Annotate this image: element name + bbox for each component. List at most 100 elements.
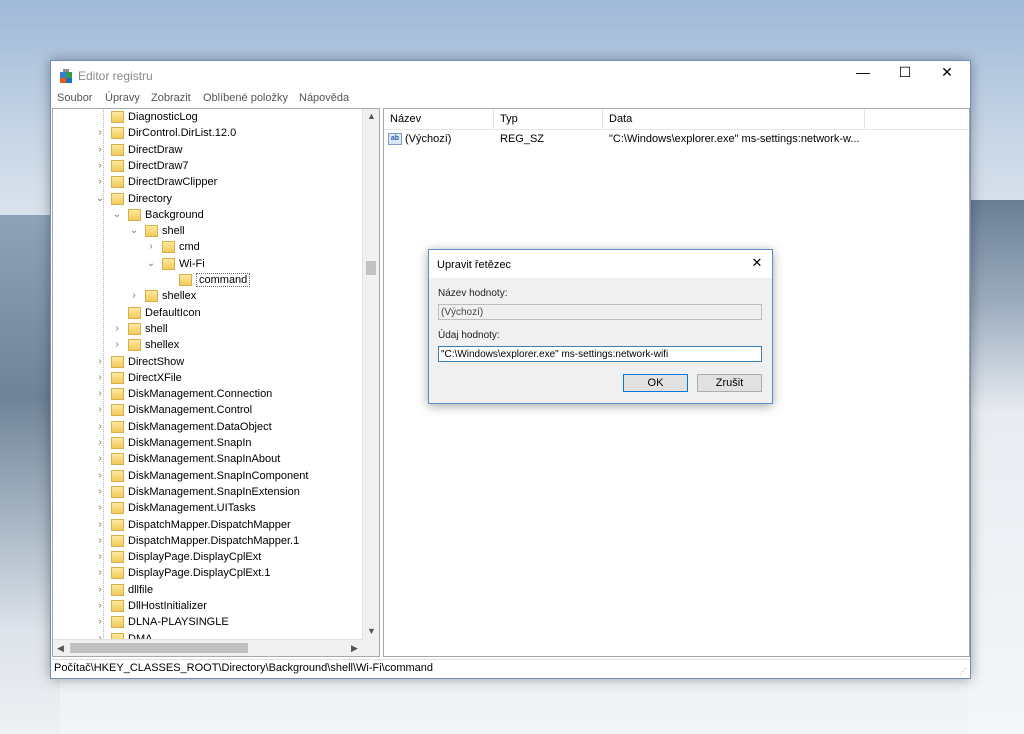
close-button[interactable]: ✕ — [926, 61, 968, 83]
ok-button[interactable]: OK — [623, 374, 688, 392]
scroll-left-icon[interactable]: ◀ — [57, 643, 64, 654]
tree-item[interactable]: › DirectDraw — [53, 143, 363, 159]
maximize-button[interactable]: ☐ — [884, 61, 926, 83]
chevron-right-icon[interactable]: › — [95, 567, 105, 578]
key-tree-pane[interactable]: DiagnosticLog › DirControl.DirList.12.0 › Di… — [52, 108, 380, 657]
chevron-right-icon[interactable]: › — [95, 372, 105, 383]
chevron-right-icon[interactable]: › — [95, 453, 105, 464]
menu-file[interactable]: Soubor — [57, 92, 92, 104]
tree-item[interactable]: ⌄ Directory — [53, 192, 363, 208]
tree-item[interactable]: › DisplayPage.DisplayCplExt — [53, 550, 363, 566]
tree-item[interactable]: › DiskManagement.SnapIn — [53, 436, 363, 452]
folder-icon — [128, 339, 141, 352]
folder-icon — [111, 502, 124, 515]
tree-item[interactable]: › dllfile — [53, 583, 363, 599]
tree-horizontal-scroll-thumb[interactable] — [70, 643, 248, 653]
value-row[interactable]: ab (Výchozí) REG_SZ "C:\Windows\explorer… — [384, 131, 969, 149]
tree-item[interactable]: › DiskManagement.SnapInExtension — [53, 485, 363, 501]
chevron-right-icon[interactable]: › — [95, 470, 105, 481]
tree-vertical-scroll-thumb[interactable] — [366, 261, 376, 275]
cancel-button[interactable]: Zrušit — [697, 374, 762, 392]
chevron-down-icon[interactable]: ⌄ — [112, 209, 122, 220]
chevron-down-icon[interactable]: ⌄ — [129, 225, 139, 236]
menu-favorites[interactable]: Oblíbené položky — [203, 92, 288, 104]
string-value-icon: ab — [388, 133, 402, 145]
chevron-right-icon[interactable]: › — [95, 486, 105, 497]
tree-item[interactable]: › DirectDraw7 — [53, 159, 363, 175]
tree-item-label: DiskManagement.UITasks — [128, 502, 256, 515]
tree-item[interactable]: › DLNA-PLAYSINGLE — [53, 615, 363, 631]
tree-item-label: DiskManagement.DataObject — [128, 420, 272, 433]
tree-item[interactable]: ⌄ Background — [53, 208, 363, 224]
tree-item[interactable]: › DirectDrawClipper — [53, 175, 363, 191]
chevron-right-icon[interactable]: › — [95, 404, 105, 415]
resize-grip-icon[interactable]: ⋰ — [959, 667, 967, 676]
tree-horizontal-scrollbar[interactable]: ◀ ▶ — [53, 639, 363, 656]
chevron-right-icon[interactable]: › — [95, 176, 105, 187]
folder-icon — [111, 111, 124, 123]
column-header-type[interactable]: Typ — [494, 109, 603, 129]
scroll-right-icon[interactable]: ▶ — [351, 643, 358, 654]
chevron-right-icon[interactable]: › — [95, 551, 105, 562]
tree-item[interactable]: DiagnosticLog — [53, 110, 363, 126]
chevron-right-icon[interactable]: › — [95, 616, 105, 627]
chevron-down-icon[interactable]: ⌄ — [95, 193, 105, 204]
tree-item[interactable]: ⌄ shell — [53, 224, 363, 240]
tree-item[interactable]: › DiskManagement.UITasks — [53, 501, 363, 517]
tree-item[interactable]: DefaultIcon — [53, 306, 363, 322]
tree-item[interactable]: › DiskManagement.SnapInAbout — [53, 452, 363, 468]
value-data-field[interactable] — [438, 346, 762, 362]
minimize-button[interactable]: — — [842, 61, 884, 83]
tree-item[interactable]: ⌄ Wi-Fi — [53, 257, 363, 273]
chevron-right-icon[interactable]: › — [112, 339, 122, 350]
tree-item[interactable]: › DispatchMapper.DispatchMapper — [53, 518, 363, 534]
tree-item-label: DiskManagement.Control — [128, 404, 253, 417]
chevron-right-icon[interactable]: › — [95, 584, 105, 595]
column-header-name[interactable]: Název — [384, 109, 494, 129]
tree-item[interactable]: › DiskManagement.SnapInComponent — [53, 469, 363, 485]
tree-item[interactable]: › DirectShow — [53, 355, 363, 371]
tree-item[interactable]: › DirectXFile — [53, 371, 363, 387]
dialog-close-button[interactable]: ✕ — [747, 253, 767, 273]
folder-icon — [145, 290, 158, 303]
tree-item[interactable]: › shellex — [53, 338, 363, 354]
chevron-right-icon[interactable]: › — [146, 241, 156, 252]
tree-item-label: shellex — [162, 290, 197, 303]
chevron-down-icon[interactable]: ⌄ — [146, 258, 156, 269]
chevron-right-icon[interactable]: › — [95, 437, 105, 448]
tree-item[interactable]: › DispatchMapper.DispatchMapper.1 — [53, 534, 363, 550]
tree-item[interactable]: › DisplayPage.DisplayCplExt.1 — [53, 566, 363, 582]
chevron-right-icon[interactable]: › — [95, 127, 105, 138]
scroll-up-icon[interactable]: ▲ — [367, 111, 376, 121]
chevron-right-icon[interactable]: › — [95, 519, 105, 530]
scroll-down-icon[interactable]: ▼ — [367, 626, 376, 636]
tree-item[interactable]: command — [53, 273, 363, 289]
tree-item[interactable]: › DiskManagement.Connection — [53, 387, 363, 403]
folder-icon — [162, 257, 175, 270]
tree-item[interactable]: › DirControl.DirList.12.0 — [53, 126, 363, 142]
menu-help[interactable]: Nápověda — [299, 92, 349, 104]
menu-view[interactable]: Zobrazit — [151, 92, 191, 104]
tree-item[interactable]: › cmd — [53, 240, 363, 256]
tree-vertical-scrollbar[interactable]: ▲ ▼ — [362, 109, 379, 640]
chevron-right-icon[interactable]: › — [95, 356, 105, 367]
tree-item[interactable]: › shell — [53, 322, 363, 338]
title-bar[interactable]: Editor registru — ☐ ✕ — [51, 61, 970, 90]
chevron-right-icon[interactable]: › — [129, 290, 139, 301]
chevron-right-icon[interactable]: › — [112, 323, 122, 334]
tree-item[interactable]: › DllHostInitializer — [53, 599, 363, 615]
chevron-right-icon[interactable]: › — [95, 502, 105, 513]
column-header-data[interactable]: Data — [603, 109, 865, 129]
chevron-right-icon[interactable]: › — [95, 144, 105, 155]
value-name-label: Název hodnoty: — [438, 288, 508, 299]
tree-item[interactable]: › DiskManagement.DataObject — [53, 420, 363, 436]
chevron-right-icon[interactable]: › — [95, 535, 105, 546]
chevron-right-icon[interactable]: › — [95, 421, 105, 432]
tree-item[interactable]: › DiskManagement.Control — [53, 403, 363, 419]
chevron-right-icon[interactable]: › — [95, 600, 105, 611]
menu-edit[interactable]: Úpravy — [105, 92, 140, 104]
dialog-title-bar[interactable]: Upravit řetězec ✕ — [429, 250, 772, 278]
tree-item[interactable]: › shellex — [53, 289, 363, 305]
chevron-right-icon[interactable]: › — [95, 388, 105, 399]
chevron-right-icon[interactable]: › — [95, 160, 105, 171]
